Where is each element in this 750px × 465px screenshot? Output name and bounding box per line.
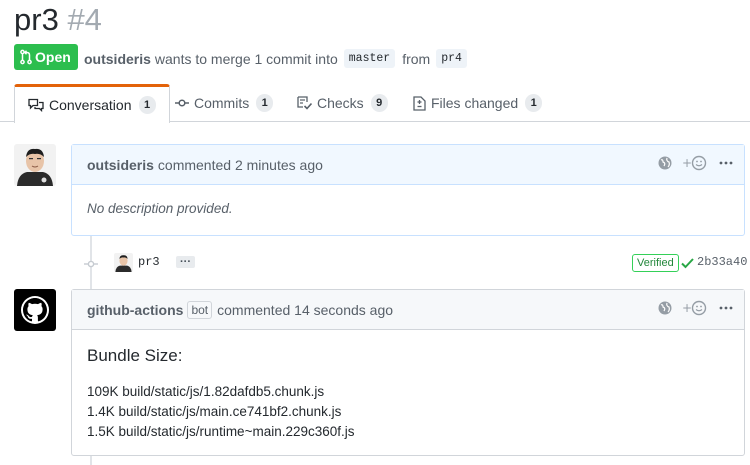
comment-author-link[interactable]: outsideris <box>87 157 154 173</box>
avatar-github-actions[interactable] <box>14 289 56 331</box>
comment-body: No description provided. <box>87 201 233 216</box>
bundle-line: 1.5K build/static/js/runtime~main.229c36… <box>87 424 355 439</box>
git-commit-icon <box>84 257 98 275</box>
bundle-line: 109K build/static/js/1.82dafdb5.chunk.js <box>87 384 325 399</box>
add-reaction-icon[interactable]: + <box>682 155 708 171</box>
bot-badge: bot <box>187 300 213 319</box>
kebab-horizontal-icon[interactable] <box>718 300 734 316</box>
pr-title-text: pr3 <box>14 2 59 37</box>
comment-actions: + <box>648 155 734 171</box>
expand-commit-button[interactable]: ··· <box>176 256 195 268</box>
tab-count: 1 <box>138 96 156 114</box>
pr-author-link[interactable]: outsideris <box>84 51 151 67</box>
pr-number: #4 <box>67 2 102 37</box>
tab-files-changed[interactable]: Files changed 1 <box>413 84 543 122</box>
timeline-commit: pr3 ··· Verified 2b33a40 <box>84 252 750 274</box>
merge-summary: outsideris wants to merge 1 commit into … <box>84 49 474 68</box>
comment-header: github-actions bot commented 14 seconds … <box>72 290 744 330</box>
tab-label: Conversation <box>49 97 132 113</box>
tab-count: 1 <box>256 94 274 112</box>
comment-timestamp[interactable]: commented 2 minutes ago <box>158 157 323 173</box>
svg-text:+: + <box>682 156 692 170</box>
comment-discussion-icon <box>28 98 44 112</box>
checklist-icon <box>297 96 312 110</box>
tab-conversation[interactable]: Conversation 1 <box>14 84 170 123</box>
tab-checks[interactable]: Checks 9 <box>297 84 388 122</box>
comment-actions: + <box>648 300 734 316</box>
file-diff-icon <box>413 95 426 111</box>
tab-label: Files changed <box>431 95 519 111</box>
comment-box: outsideris commented 2 minutes ago + No … <box>71 144 745 236</box>
git-pull-request-icon <box>20 49 32 65</box>
avatar-outsideris[interactable] <box>14 144 56 186</box>
globe-icon[interactable] <box>658 301 672 315</box>
head-branch[interactable]: pr4 <box>436 49 467 68</box>
globe-icon[interactable] <box>658 156 672 170</box>
verified-badge[interactable]: Verified <box>632 254 679 272</box>
check-icon[interactable] <box>681 256 694 274</box>
tab-label: Checks <box>317 95 364 111</box>
bundle-size-heading: Bundle Size: <box>87 346 183 365</box>
commit-sha-link[interactable]: 2b33a40 <box>697 255 747 269</box>
git-commit-icon <box>175 96 189 110</box>
tab-count: 1 <box>525 94 543 112</box>
comment-body: Bundle Size: 109K build/static/js/1.82da… <box>72 330 744 458</box>
svg-text:+: + <box>682 301 692 315</box>
comment-box: github-actions bot commented 14 seconds … <box>71 289 745 456</box>
tab-commits[interactable]: Commits 1 <box>175 84 274 122</box>
comment-timestamp[interactable]: commented 14 seconds ago <box>217 302 393 318</box>
merge-text: wants to merge 1 commit into <box>154 50 338 67</box>
comment-header: outsideris commented 2 minutes ago + <box>72 145 744 185</box>
tab-count: 9 <box>370 94 388 112</box>
state-badge-open: Open <box>14 44 78 70</box>
commit-author-avatar[interactable] <box>114 253 133 272</box>
from-text: from <box>402 50 431 67</box>
state-label: Open <box>35 49 71 65</box>
kebab-horizontal-icon[interactable] <box>718 155 734 171</box>
comment-author-link[interactable]: github-actions <box>87 302 183 318</box>
commit-message-link[interactable]: pr3 <box>138 255 160 269</box>
bundle-line: 1.4K build/static/js/main.ce741bf2.chunk… <box>87 404 342 419</box>
pr-tabs: Conversation 1 Commits 1 Checks 9 Files … <box>0 84 750 123</box>
add-reaction-icon[interactable]: + <box>682 300 708 316</box>
tab-label: Commits <box>194 95 250 111</box>
base-branch[interactable]: master <box>343 49 396 68</box>
pr-title: pr3 #4 <box>14 2 102 38</box>
